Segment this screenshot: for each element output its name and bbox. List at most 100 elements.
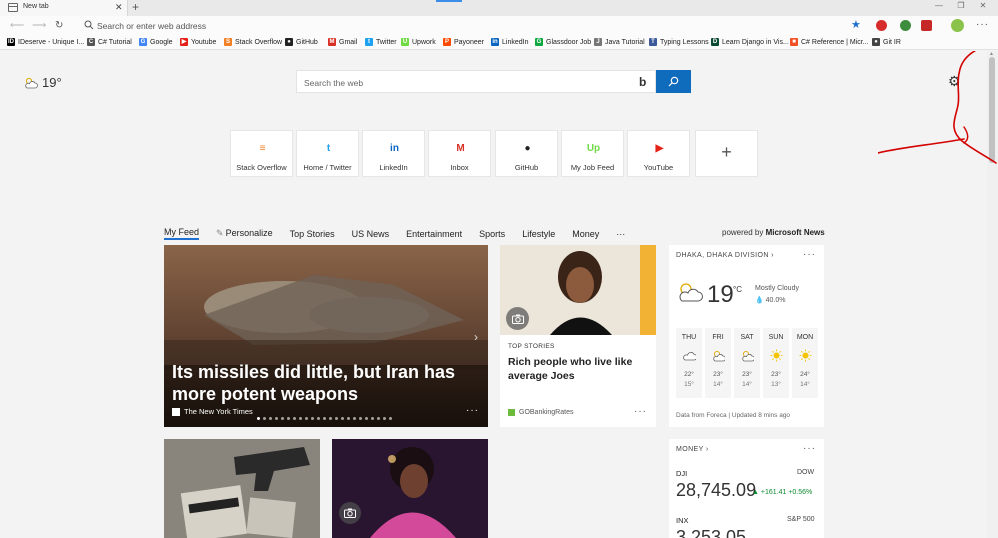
carousel-dot[interactable] [341, 417, 344, 420]
favorite-3[interactable]: ▶ Youtube [180, 38, 216, 46]
web-search-box[interactable]: Search the web b [296, 70, 656, 93]
favorite-2[interactable]: G Google [139, 38, 173, 46]
web-search-input[interactable]: Search the web [304, 78, 363, 88]
hero-title[interactable]: Its missiles did little, but Iran has mo… [172, 361, 472, 405]
carousel-dot[interactable] [371, 417, 374, 420]
weather-more-icon[interactable]: ··· [803, 249, 816, 260]
feed-tab-6[interactable]: Lifestyle [522, 229, 555, 239]
favorite-6[interactable]: M Gmail [328, 38, 357, 46]
favorite-5[interactable]: ● GitHub [285, 38, 318, 46]
forecast-day-2[interactable]: SAT 23° 14° [734, 328, 760, 398]
new-tab-button[interactable]: + [132, 0, 139, 15]
address-input[interactable]: Search or enter web address [97, 21, 206, 31]
carousel-dot[interactable] [359, 417, 362, 420]
favorite-7[interactable]: t Twitter [365, 38, 397, 46]
money-more-icon[interactable]: ··· [803, 443, 816, 454]
quick-link-4[interactable]: ● GitHub [495, 130, 558, 177]
profile-avatar[interactable] [951, 19, 964, 32]
feed-tab-8[interactable]: ··· [616, 229, 625, 239]
feed-tab-1[interactable]: ✎ Personalize [216, 228, 273, 239]
carousel-dot[interactable] [275, 417, 278, 420]
quick-link-6[interactable]: ▶ YouTube [627, 130, 690, 177]
page-scrollbar[interactable]: ▲ [987, 51, 998, 538]
hero-story-card[interactable]: › Its missiles did little, but Iran has … [164, 245, 488, 427]
story-more-icon[interactable]: ··· [634, 406, 647, 417]
forecast-day-1[interactable]: FRI 23° 14° [705, 328, 731, 398]
forecast-day-4[interactable]: MON 24° 14° [792, 328, 818, 398]
extension-red-icon[interactable] [921, 20, 932, 31]
extension-green-icon[interactable] [900, 20, 911, 31]
carousel-dot[interactable] [293, 417, 296, 420]
weather-summary[interactable]: 19° [24, 75, 62, 90]
more-menu-icon[interactable]: ··· [976, 19, 989, 31]
carousel-dot[interactable] [299, 417, 302, 420]
quick-link-2[interactable]: in LinkedIn [362, 130, 425, 177]
hero-more-icon[interactable]: ··· [466, 405, 479, 416]
favorite-star-icon[interactable]: ★ [851, 19, 861, 31]
favorite-0[interactable]: ID IDeserve - Unique I... [7, 38, 84, 46]
carousel-dot[interactable] [287, 417, 290, 420]
carousel-dot[interactable] [317, 417, 320, 420]
adblock-extension-icon[interactable] [876, 20, 887, 31]
carousel-dot[interactable] [263, 417, 266, 420]
close-tab-icon[interactable]: ✕ [115, 2, 123, 12]
carousel-dot[interactable] [353, 417, 356, 420]
carousel-dot[interactable] [305, 417, 308, 420]
maximize-button[interactable]: ❐ [950, 1, 972, 10]
forward-arrow-icon[interactable]: ⟶ [32, 20, 46, 32]
top-story-card[interactable]: TOP STORIES Rich people who live like av… [500, 245, 656, 427]
carousel-dots[interactable] [257, 417, 395, 420]
carousel-dot[interactable] [323, 417, 326, 420]
carousel-dot[interactable] [257, 417, 260, 420]
minimize-button[interactable]: — [928, 1, 950, 10]
search-button[interactable] [656, 70, 691, 93]
feed-tab-4[interactable]: Entertainment [406, 229, 462, 239]
scrollbar-thumb[interactable] [989, 57, 995, 163]
microsoft-news-link[interactable]: Microsoft News [766, 228, 825, 237]
feed-tab-2[interactable]: Top Stories [290, 229, 335, 239]
forecast-day-3[interactable]: SUN 23° 13° [763, 328, 789, 398]
next-slide-icon[interactable]: › [474, 330, 478, 344]
favorite-10[interactable]: in LinkedIn [491, 38, 528, 46]
favorite-16[interactable]: ● Git IR [872, 38, 901, 46]
favorite-11[interactable]: G Glassdoor Job [535, 38, 591, 46]
story-title[interactable]: Rich people who live like average Joes [508, 355, 648, 383]
carousel-dot[interactable] [269, 417, 272, 420]
quick-link-3[interactable]: M Inbox [428, 130, 491, 177]
favorite-14[interactable]: D Learn Django in Vis... [711, 38, 789, 46]
forecast-day-0[interactable]: THU 22° 15° [676, 328, 702, 398]
weather-location[interactable]: DHAKA, DHAKA DIVISION › [676, 252, 774, 259]
favorite-15[interactable]: ■ C# Reference | Micr... [790, 38, 869, 46]
favorite-13[interactable]: T Typing Lessons [649, 38, 709, 46]
quick-link-5[interactable]: Up My Job Feed [561, 130, 624, 177]
carousel-dot[interactable] [347, 417, 350, 420]
carousel-dot[interactable] [311, 417, 314, 420]
feed-tab-5[interactable]: Sports [479, 229, 505, 239]
add-quick-link-button[interactable]: + [695, 130, 758, 177]
weather-card[interactable]: DHAKA, DHAKA DIVISION › ··· 19 °C Mostly… [669, 245, 824, 427]
tab-new-tab[interactable]: New tab ✕ [0, 0, 128, 16]
carousel-dot[interactable] [389, 417, 392, 420]
money-card[interactable]: MONEY › ··· DJI DOW 28,745.09 ▲ +161.41 … [669, 439, 824, 538]
favorite-9[interactable]: P Payoneer [443, 38, 484, 46]
gear-icon[interactable]: ⚙ [948, 74, 961, 88]
quick-link-0[interactable]: ≡ Stack Overflow [230, 130, 293, 177]
feed-tab-3[interactable]: US News [352, 229, 390, 239]
quick-link-1[interactable]: t Home / Twitter [296, 130, 359, 177]
carousel-dot[interactable] [377, 417, 380, 420]
carousel-dot[interactable] [383, 417, 386, 420]
money-header[interactable]: MONEY › [676, 446, 709, 453]
feed-tab-7[interactable]: Money [572, 229, 599, 239]
story-card-singer[interactable] [332, 439, 488, 538]
carousel-dot[interactable] [281, 417, 284, 420]
favorite-8[interactable]: U Upwork [401, 38, 436, 46]
favorite-12[interactable]: J Java Tutorial [594, 38, 645, 46]
favorite-1[interactable]: C C# Tutorial [87, 38, 132, 46]
close-window-button[interactable]: ✕ [972, 1, 994, 10]
favorite-4[interactable]: S Stack Overflow [224, 38, 282, 46]
carousel-dot[interactable] [335, 417, 338, 420]
carousel-dot[interactable] [329, 417, 332, 420]
feed-tab-0[interactable]: My Feed [164, 227, 200, 240]
refresh-icon[interactable]: ↻ [55, 20, 63, 32]
weather-unit[interactable]: °C [733, 285, 742, 294]
